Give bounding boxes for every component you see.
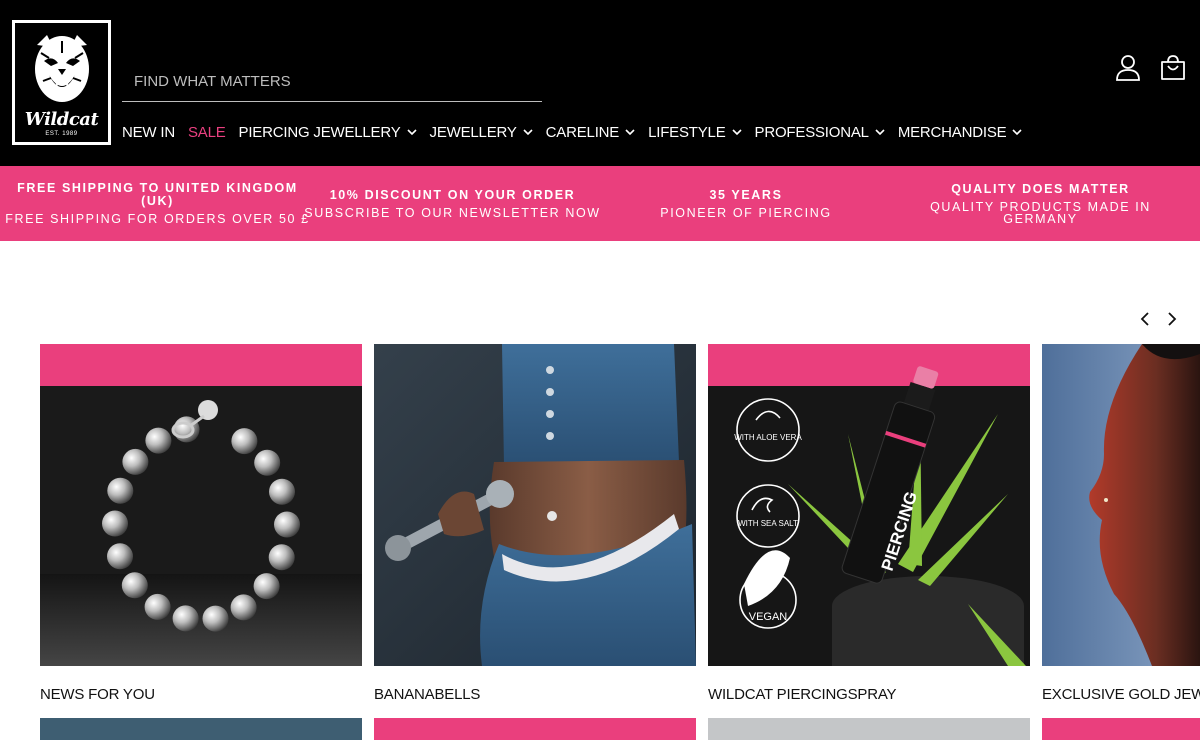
tile-caption[interactable]: BANANABELLS bbox=[374, 686, 480, 703]
bracelet-bead bbox=[121, 572, 148, 599]
bracelet-bead bbox=[268, 544, 295, 571]
bracelet-bead bbox=[254, 449, 281, 476]
nav-item-merchandise[interactable]: MERCHANDISE bbox=[898, 124, 1023, 141]
nav-item-professional[interactable]: PROFESSIONAL bbox=[755, 124, 885, 141]
nav-item-new-in[interactable]: NEW IN bbox=[122, 124, 175, 141]
tile-peek[interactable] bbox=[40, 718, 362, 740]
nav-item-label: LIFESTYLE bbox=[648, 123, 726, 141]
brand-wordmark: Wildcat bbox=[24, 109, 99, 130]
chevron-down-icon bbox=[731, 128, 742, 136]
bracelet-bead bbox=[107, 543, 133, 570]
bracelet-bead bbox=[107, 477, 134, 504]
chevron-left-icon bbox=[1140, 312, 1149, 326]
nav-item-sale[interactable]: SALE bbox=[188, 124, 226, 141]
carousel-tile-news[interactable] bbox=[40, 344, 362, 666]
nav-item-label: MERCHANDISE bbox=[897, 123, 1007, 141]
shopping-bag-icon bbox=[1161, 55, 1185, 80]
tiger-logo-icon bbox=[34, 35, 89, 102]
brand-est: EST. 1989 bbox=[45, 131, 78, 137]
badge-aloe-vera: WITH ALOE VERA bbox=[734, 433, 802, 442]
tile-peek[interactable] bbox=[708, 718, 1030, 740]
carousel-tile-bananabells[interactable] bbox=[374, 344, 696, 666]
bracelet-bead bbox=[274, 511, 300, 538]
usp-item-years: 35 YEARS PIONEER OF PIERCING bbox=[600, 166, 892, 241]
usp-bar: FREE SHIPPING TO UNITED KINGDOM (UK) FRE… bbox=[0, 166, 1200, 241]
chevron-down-icon bbox=[406, 128, 417, 136]
usp-subtitle: QUALITY PRODUCTS MADE IN GERMANY bbox=[930, 199, 1151, 226]
nav-item-label: PROFESSIONAL bbox=[754, 123, 869, 141]
account-button[interactable] bbox=[1115, 54, 1141, 82]
tile-peek[interactable] bbox=[374, 718, 696, 740]
carousel-tile-piercingspray[interactable]: PIERCING WITH ALOE VERA WITH SEA SALT VE… bbox=[708, 344, 1030, 666]
tile-caption[interactable]: EXCLUSIVE GOLD JEW bbox=[1042, 686, 1200, 703]
usp-subtitle: FREE SHIPPING FOR ORDERS OVER 50 £ bbox=[5, 212, 310, 226]
nav-item-lifestyle[interactable]: LIFESTYLE bbox=[648, 123, 742, 141]
bracelet-bead bbox=[102, 510, 128, 537]
usp-subtitle: PIONEER OF PIERCING bbox=[660, 205, 832, 220]
bracelet-bead bbox=[231, 428, 258, 455]
bracelet-bead bbox=[230, 594, 257, 621]
search-bar bbox=[122, 62, 542, 102]
usp-item-quality: QUALITY DOES MATTER QUALITY PRODUCTS MAD… bbox=[908, 166, 1173, 241]
chevron-down-icon bbox=[523, 128, 533, 136]
carousel-next-button[interactable] bbox=[1163, 310, 1181, 328]
brand-logo[interactable]: Wildcat EST. 1989 bbox=[12, 20, 111, 145]
tile-peek[interactable] bbox=[1042, 718, 1200, 740]
usp-subtitle: SUBSCRIBE TO OUR NEWSLETTER NOW bbox=[304, 205, 601, 220]
nav-item-label: JEWELLERY bbox=[429, 123, 517, 141]
bracelet-bead bbox=[172, 605, 199, 632]
site-header: Wildcat EST. 1989 NEW IN SALE PIERCING JEW… bbox=[0, 0, 1200, 166]
nav-item-label: NEW IN bbox=[122, 123, 175, 141]
nav-item-jewellery[interactable]: JEWELLERY bbox=[430, 124, 533, 141]
search-input[interactable] bbox=[122, 62, 542, 100]
bracelet-image bbox=[40, 344, 362, 666]
chevron-down-icon bbox=[625, 128, 635, 136]
bracelet-bead bbox=[269, 478, 295, 505]
bracelet-bead bbox=[253, 573, 280, 600]
nav-item-piercing-jewellery[interactable]: PIERCING JEWELLERY bbox=[239, 124, 417, 141]
nav-item-label: PIERCING JEWELLERY bbox=[238, 123, 401, 141]
chevron-right-icon bbox=[1168, 312, 1177, 326]
cart-button[interactable] bbox=[1160, 54, 1186, 82]
usp-title: 10% DISCOUNT ON YOUR ORDER bbox=[329, 187, 576, 202]
nav-item-label: SALE bbox=[187, 123, 226, 141]
bracelet-bead bbox=[144, 593, 171, 620]
gold-jewellery-photo bbox=[1042, 344, 1200, 666]
nav-item-label: CARELINE bbox=[545, 123, 620, 141]
usp-item-discount[interactable]: 10% DISCOUNT ON YOUR ORDER SUBSCRIBE TO … bbox=[300, 166, 605, 241]
bananabells-photo bbox=[374, 344, 696, 666]
piercingspray-image: PIERCING WITH ALOE VERA WITH SEA SALT VE… bbox=[708, 344, 1030, 666]
nav-item-careline[interactable]: CARELINE bbox=[546, 124, 635, 141]
bracelet-bead bbox=[202, 605, 229, 632]
chevron-down-icon bbox=[875, 128, 885, 136]
tile-caption[interactable]: WILDCAT PIERCINGSPRAY bbox=[708, 686, 897, 703]
bracelet-bead bbox=[122, 448, 149, 475]
bracelet-bead bbox=[145, 427, 172, 454]
usp-item-shipping: FREE SHIPPING TO UNITED KINGDOM (UK) FRE… bbox=[5, 166, 310, 241]
carousel-prev-button[interactable] bbox=[1136, 310, 1154, 328]
usp-title: FREE SHIPPING TO UNITED KINGDOM (UK) bbox=[17, 181, 298, 208]
badge-vegan: VEGAN bbox=[749, 611, 788, 623]
usp-title: QUALITY DOES MATTER bbox=[951, 181, 1130, 196]
tile-caption[interactable]: NEWS FOR YOU bbox=[40, 686, 155, 703]
badge-sea-salt: WITH SEA SALT bbox=[738, 519, 798, 528]
main-navigation: NEW IN SALE PIERCING JEWELLERY JEWELLERY CAR… bbox=[122, 121, 1035, 143]
carousel-tile-gold[interactable] bbox=[1042, 344, 1200, 666]
user-icon bbox=[1116, 55, 1140, 81]
chevron-down-icon bbox=[1012, 128, 1023, 136]
usp-title: 35 YEARS bbox=[709, 187, 783, 202]
